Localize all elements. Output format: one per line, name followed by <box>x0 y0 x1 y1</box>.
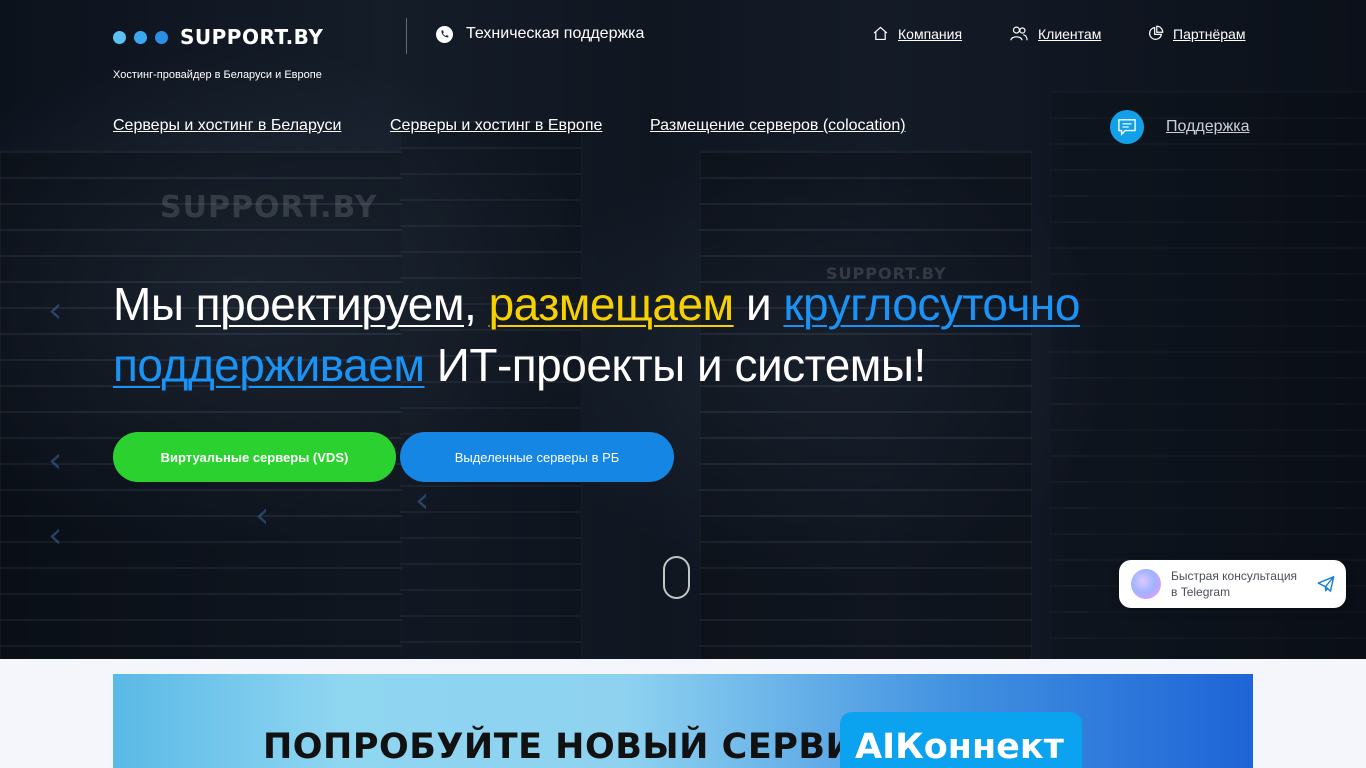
headline-word-design: проектируем <box>195 278 465 330</box>
headline-word-roundclock: круглосуточно <box>783 278 1080 330</box>
nav-company-label: Компания <box>898 25 963 42</box>
nav-partners-label: Партнёрам <box>1173 25 1246 42</box>
pie-chart-icon <box>1149 25 1164 40</box>
tech-support-label: Техническая поддержка <box>466 25 645 42</box>
logo-dot-icon <box>155 30 168 44</box>
headline-word-host: размещаем <box>488 278 735 330</box>
headline-tail: ИТ-проекты и системы! <box>436 339 926 391</box>
telegram-widget-text: Быстрая консультация в Telegram <box>1171 568 1297 600</box>
nav-company[interactable]: Компания <box>872 25 962 42</box>
subnav-belarus[interactable]: Серверы и хостинг в Беларуси <box>113 117 341 135</box>
tech-support-link[interactable]: Техническая поддержка <box>436 25 644 43</box>
vds-button[interactable]: Виртуальные серверы (VDS) <box>113 432 396 482</box>
nav-partners[interactable]: Партнёрам <box>1147 25 1245 42</box>
headline-word: и <box>745 278 772 330</box>
subnav-europe[interactable]: Серверы и хостинг в Европе <box>390 117 602 135</box>
telegram-send-icon <box>1317 576 1335 592</box>
dedicated-servers-button[interactable]: Выделенные серверы в РБ <box>400 432 674 482</box>
aiconnect-promo-banner[interactable]: ПОПРОБУЙТЕ НОВЫЙ СЕРВИС - AIКоннект <box>113 674 1253 768</box>
headline-comma: , <box>464 278 477 330</box>
logo-text: SUPPORT.BY <box>180 25 324 49</box>
scroll-mouse-icon[interactable] <box>663 556 690 599</box>
users-icon <box>1010 26 1028 41</box>
telegram-line-2: в Telegram <box>1171 585 1231 599</box>
logo-dot-icon <box>113 30 126 44</box>
headline-word: Мы <box>113 278 184 330</box>
nav-clients[interactable]: Клиентам <box>1009 25 1101 42</box>
support-link[interactable]: Поддержка <box>1166 118 1249 136</box>
logo-dot-icon <box>134 30 147 44</box>
nav-clients-label: Клиентам <box>1038 25 1102 42</box>
chat-icon <box>1118 119 1136 136</box>
site-logo[interactable]: SUPPORT.BY <box>113 25 323 49</box>
headline-word-support: поддерживаем <box>113 339 425 391</box>
banner-pill-label: AIКоннект <box>855 727 1064 767</box>
telegram-line-1: Быстрая консультация <box>1171 569 1298 583</box>
telegram-avatar <box>1131 569 1161 599</box>
home-icon <box>873 26 888 41</box>
phone-icon <box>436 25 453 43</box>
site-tagline: Хостинг-провайдер в Беларуси и Европе <box>113 69 322 81</box>
header-divider <box>406 18 407 54</box>
banner-pill: AIКоннект <box>840 712 1082 768</box>
hero-headline: Мы проектируем, размещаем и круглосуточн… <box>113 274 1213 396</box>
subnav-colocation[interactable]: Размещение серверов (colocation) <box>650 117 906 135</box>
banner-headline: ПОПРОБУЙТЕ НОВЫЙ СЕРВИС - <box>263 727 910 767</box>
support-chat-button[interactable] <box>1110 110 1144 144</box>
telegram-consultation-widget[interactable]: Быстрая консультация в Telegram <box>1119 560 1346 608</box>
